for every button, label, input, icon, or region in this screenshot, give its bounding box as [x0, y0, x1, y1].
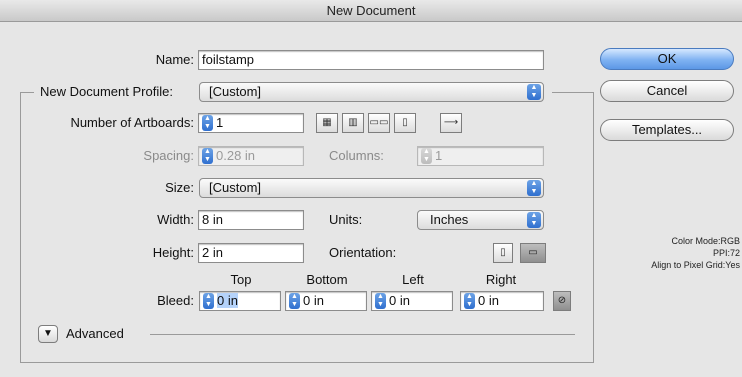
arrange-by-column-icon[interactable]: ▯ [394, 113, 416, 133]
advanced-divider [150, 334, 575, 335]
ok-button[interactable]: OK [600, 48, 734, 70]
window-title: New Document [0, 0, 742, 22]
bleed-top-header: Top [230, 272, 252, 287]
bleed-right-value: 0 in [478, 293, 499, 308]
spacing-value: 0.28 in [216, 148, 256, 163]
units-select[interactable]: Inches ▲ ▼ [417, 210, 544, 230]
bleed-left-header: Left [402, 272, 424, 287]
disclosure-triangle-icon[interactable]: ▼ [38, 325, 58, 343]
color-mode-info: Color Mode:RGB [671, 236, 740, 246]
landscape-icon[interactable]: ▭ [520, 243, 546, 263]
units-select-value: Inches [430, 212, 469, 227]
new-document-dialog: New Document Name: foilstamp New Documen… [0, 0, 742, 377]
bleed-label: Bleed: [157, 293, 194, 308]
advanced-label: Advanced [66, 326, 124, 341]
artboards-field[interactable]: ▲ ▼ 1 [198, 113, 304, 133]
width-label: Width: [157, 212, 194, 227]
stepper-icon[interactable]: ▲ ▼ [202, 114, 213, 131]
link-icon[interactable]: ⊘ [553, 291, 571, 311]
pixel-grid-info: Align to Pixel Grid:Yes [651, 260, 740, 270]
arrange-by-row-icon[interactable]: ▭▭ [368, 113, 390, 133]
units-label: Units: [329, 212, 363, 227]
chevron-updown-icon: ▲ ▼ [527, 84, 541, 100]
stepper-icon[interactable]: ▲ ▼ [203, 292, 214, 309]
stepper-icon[interactable]: ▲ ▼ [375, 292, 386, 309]
artboards-label: Number of Artboards: [70, 115, 194, 130]
width-field[interactable]: 8 in [198, 210, 304, 230]
size-select-value: [Custom] [209, 180, 262, 195]
size-select[interactable]: [Custom] ▲ ▼ [199, 178, 544, 198]
group-box-bottom [20, 362, 594, 363]
bleed-bottom-field[interactable]: ▲ ▼ 0 in [285, 291, 367, 311]
columns-label: Columns: [329, 148, 384, 163]
bleed-bottom-header: Bottom [306, 272, 348, 287]
stepper-icon: ▲ ▼ [202, 147, 213, 164]
bleed-top-field[interactable]: ▲ ▼ 0 in [199, 291, 281, 311]
arrow-right-icon[interactable]: ⟶ [440, 113, 462, 133]
stepper-icon[interactable]: ▲ ▼ [464, 292, 475, 309]
height-label: Height: [152, 245, 194, 260]
profile-select-value: [Custom] [209, 84, 262, 99]
bleed-right-field[interactable]: ▲ ▼ 0 in [460, 291, 544, 311]
portrait-icon[interactable]: ▯ [493, 243, 513, 263]
chevron-updown-icon: ▲ ▼ [527, 180, 541, 196]
bleed-right-header: Right [485, 272, 517, 287]
templates-button[interactable]: Templates... [600, 119, 734, 141]
bleed-bottom-value: 0 in [303, 293, 324, 308]
bleed-left-field[interactable]: ▲ ▼ 0 in [371, 291, 453, 311]
height-field[interactable]: 2 in [198, 243, 304, 263]
columns-value: 1 [435, 148, 443, 163]
bleed-top-unit: in [227, 293, 238, 308]
orientation-label: Orientation: [329, 245, 397, 260]
group-box-left [20, 92, 21, 362]
columns-field: ▲ ▼ 1 [417, 146, 544, 166]
profile-label: New Document Profile: [40, 84, 173, 99]
name-field[interactable]: foilstamp [198, 50, 544, 70]
ppi-info: PPI:72 [712, 248, 740, 258]
bleed-left-value: 0 in [389, 293, 410, 308]
stepper-icon[interactable]: ▲ ▼ [289, 292, 300, 309]
group-box-right [593, 92, 594, 362]
spacing-label: Spacing: [143, 148, 194, 163]
artboards-value: 1 [216, 115, 224, 130]
profile-select[interactable]: [Custom] ▲ ▼ [199, 82, 544, 102]
spacing-field: ▲ ▼ 0.28 in [198, 146, 304, 166]
name-label: Name: [155, 52, 194, 67]
group-box-top-right [552, 92, 594, 93]
cancel-button[interactable]: Cancel [600, 80, 734, 102]
grid-by-column-icon[interactable]: ▥ [342, 113, 364, 133]
size-label: Size: [165, 180, 194, 195]
stepper-icon: ▲ ▼ [421, 147, 432, 164]
grid-by-row-icon[interactable]: ▦ [316, 113, 338, 133]
chevron-updown-icon: ▲ ▼ [527, 212, 541, 228]
group-box-top-left [20, 92, 34, 93]
